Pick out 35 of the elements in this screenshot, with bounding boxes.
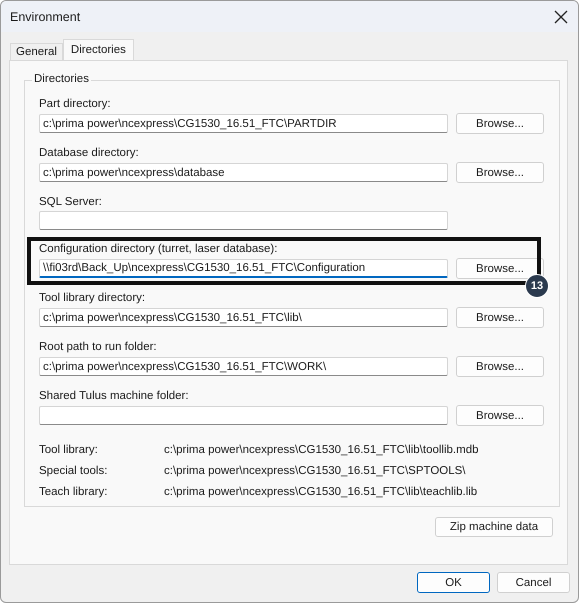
text-field[interactable]: c:\prima power\ncexpress\database	[39, 163, 448, 182]
field-label: SQL Server:	[39, 196, 103, 208]
text-field[interactable]: c:\prima power\ncexpress\CG1530_16.51_FTC\WORK\	[39, 357, 448, 376]
browse-button[interactable]: Browse...	[456, 162, 544, 183]
info-label: Teach library:	[39, 486, 108, 498]
field-label: Part directory:	[39, 98, 112, 110]
dialog-button[interactable]: OK	[417, 572, 490, 593]
field-label: Tool library directory:	[39, 292, 146, 304]
text-field[interactable]	[39, 406, 448, 425]
browse-button[interactable]: Browse...	[456, 405, 544, 426]
step-badge: 13	[525, 274, 549, 298]
browse-button[interactable]: Browse...	[456, 113, 544, 134]
field-label: Root path to run folder:	[39, 341, 158, 353]
text-field[interactable]	[39, 211, 448, 230]
group-title: Directories	[32, 73, 91, 85]
zip-button[interactable]: Zip machine data	[435, 517, 553, 537]
browse-button[interactable]: Browse...	[456, 356, 544, 377]
info-value: c:\prima power\ncexpress\CG1530_16.51_FTC\lib\teachlib.lib	[164, 486, 478, 498]
field-label: Configuration directory (turret, laser database):	[39, 243, 278, 255]
tab[interactable]: Directories	[62, 39, 134, 60]
close-icon[interactable]	[554, 10, 568, 24]
browse-button[interactable]: Browse...	[456, 258, 544, 279]
info-label: Special tools:	[39, 465, 108, 477]
info-value: c:\prima power\ncexpress\CG1530_16.51_FTC\SPTOOLS\	[164, 465, 466, 477]
tab[interactable]: General	[10, 43, 63, 60]
field-label: Shared Tulus machine folder:	[39, 390, 190, 402]
browse-button[interactable]: Browse...	[456, 307, 544, 328]
dialog-button[interactable]: Cancel	[497, 572, 570, 593]
text-field[interactable]: c:\prima power\ncexpress\CG1530_16.51_FTC\lib\	[39, 308, 448, 327]
window-title: Environment	[10, 10, 80, 24]
info-value: c:\prima power\ncexpress\CG1530_16.51_FTC\lib\toollib.mdb	[164, 444, 478, 456]
text-field[interactable]: c:\prima power\ncexpress\CG1530_16.51_FTC\PARTDIR	[39, 114, 448, 133]
info-label: Tool library:	[39, 444, 99, 456]
text-field[interactable]: \\fi03rd\Back_Up\ncexpress\CG1530_16.51_FTC\Configuration	[39, 259, 448, 278]
field-label: Database directory:	[39, 147, 140, 159]
